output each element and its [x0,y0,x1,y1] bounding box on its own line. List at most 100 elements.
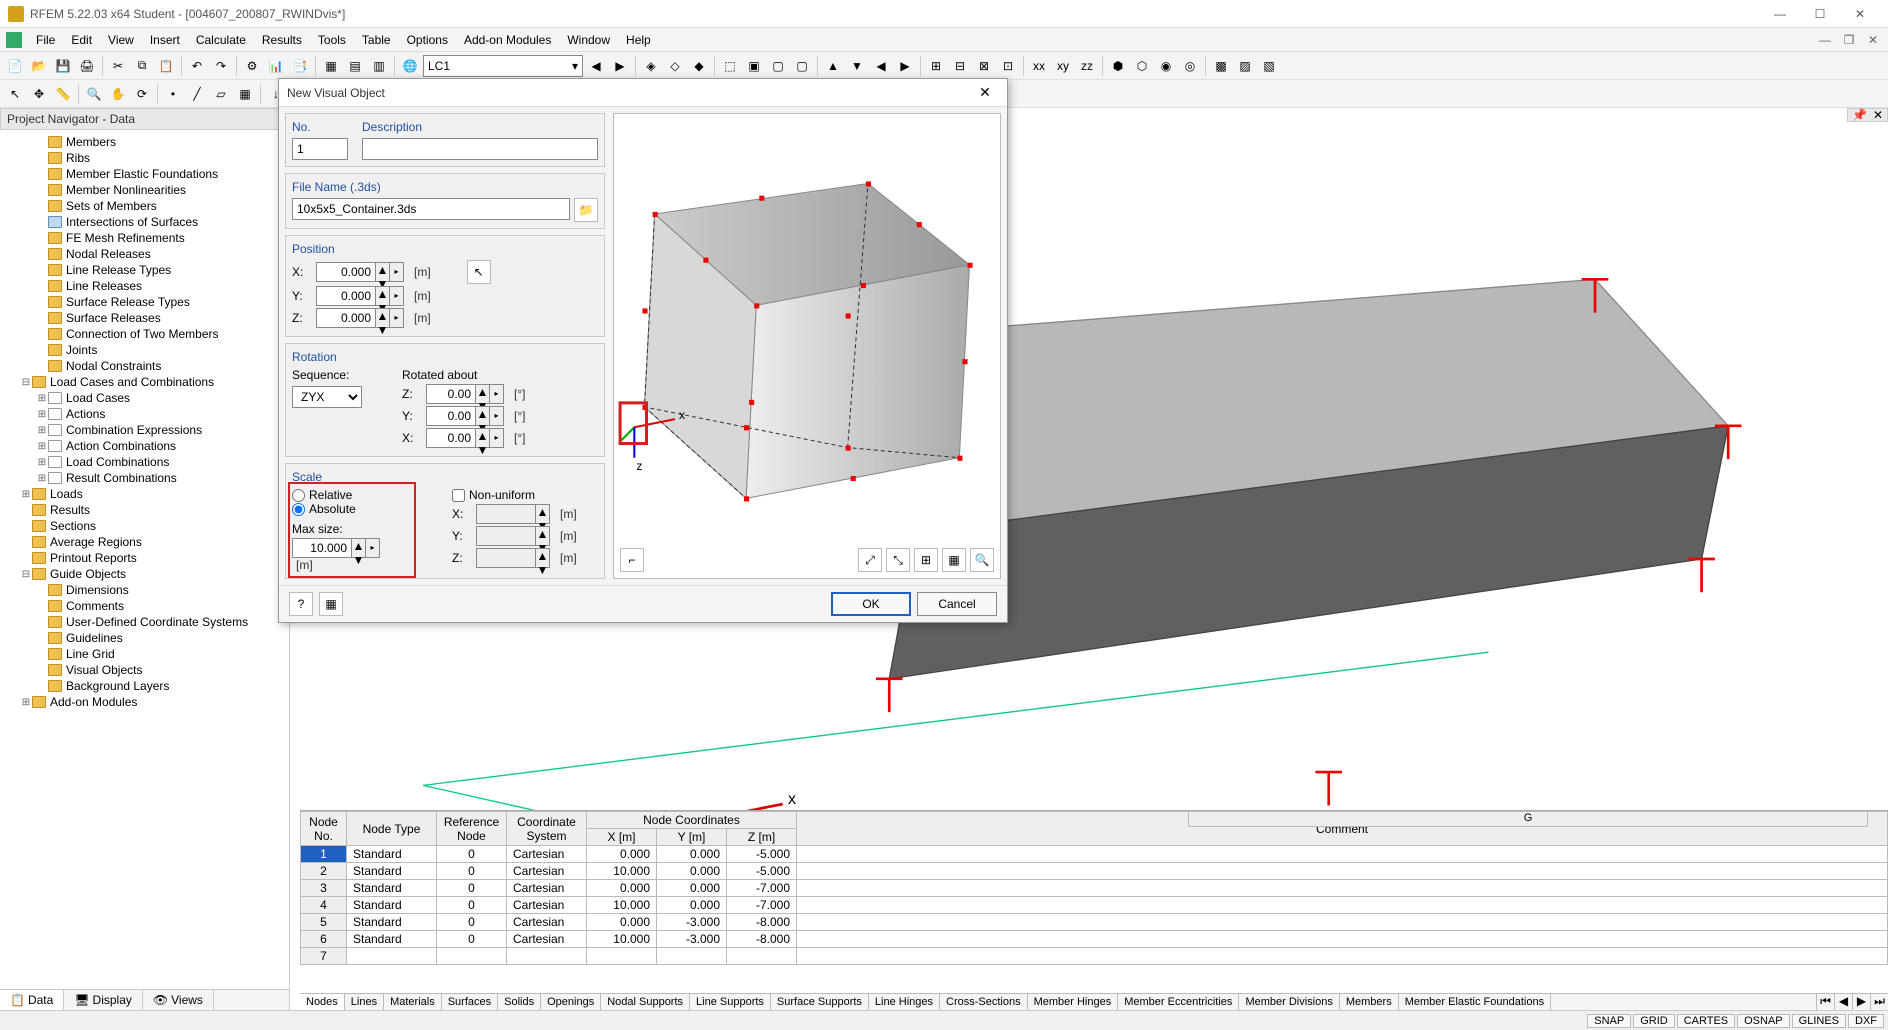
bottom-tab[interactable]: Member Divisions [1239,994,1339,1010]
nav-tab-display[interactable]: 🖥Display [64,990,143,1010]
table-row[interactable]: 5Standard0Cartesian0.000-3.000-8.000 [301,914,1888,931]
sequence-select[interactable]: ZYX [292,386,362,408]
preview-tool-3[interactable]: ⊞ [914,548,938,572]
tree-item[interactable]: Sets of Members [0,198,289,214]
rot-x-input[interactable] [426,428,476,448]
tree-item[interactable]: Ribs [0,150,289,166]
bottom-tab[interactable]: Members [1340,994,1399,1010]
preview-tool-1[interactable]: ⤢ [858,548,882,572]
maximize-button[interactable]: ☐ [1800,0,1840,28]
tree-item[interactable]: ⊞Combination Expressions [0,422,289,438]
tb2-zoom-icon[interactable]: 🔍 [83,83,105,105]
th-ref-node[interactable]: ReferenceNode [437,812,507,846]
preview-axis-button[interactable]: ⌐ [620,548,644,572]
menu-results[interactable]: Results [254,31,310,49]
tb2-cursor-icon[interactable]: ↖ [4,83,26,105]
tb-tool-o-icon[interactable]: ◎ [1179,55,1201,77]
tb-tool-h-icon[interactable]: ⊞ [925,55,947,77]
th-y[interactable]: Y [m] [657,829,727,846]
tree-item[interactable]: Connection of Two Members [0,326,289,342]
bottom-tab[interactable]: Lines [345,994,384,1010]
description-input[interactable] [362,138,598,160]
preview-zoom-button[interactable]: 🔍 [970,548,994,572]
table-row[interactable]: 6Standard0Cartesian10.000-3.000-8.000 [301,931,1888,948]
tb-globe-icon[interactable]: 🌐 [399,55,421,77]
mdi-close-button[interactable]: ✕ [1864,33,1882,47]
nodes-table[interactable]: NodeNo. Node Type ReferenceNode Coordina… [300,811,1888,965]
filename-input[interactable] [292,198,570,220]
th-z[interactable]: Z [m] [727,829,797,846]
tb-new-icon[interactable]: 📄 [4,55,26,77]
tb-tool-j-icon[interactable]: ⊠ [973,55,995,77]
tb-open-icon[interactable]: 📂 [28,55,50,77]
tree-item[interactable]: FE Mesh Refinements [0,230,289,246]
tree-item[interactable]: Sections [0,518,289,534]
tree-item[interactable]: Member Elastic Foundations [0,166,289,182]
table-row[interactable]: 2Standard0Cartesian10.0000.000-5.000 [301,863,1888,880]
tb-tool-n-icon[interactable]: ◉ [1155,55,1177,77]
tb-tool-c-icon[interactable]: ◆ [688,55,710,77]
tb-results-icon[interactable]: 📊 [265,55,287,77]
tb-tool-m-icon[interactable]: ⬡ [1131,55,1153,77]
bottom-tab[interactable]: Openings [541,994,601,1010]
tb-tool-p-icon[interactable]: ▩ [1210,55,1232,77]
rot-y-input[interactable] [426,406,476,426]
tree-item[interactable]: User-Defined Coordinate Systems [0,614,289,630]
bottom-tab[interactable]: Member Eccentricities [1118,994,1239,1010]
preview-tool-4[interactable]: ▦ [942,548,966,572]
tree-item[interactable]: Guidelines [0,630,289,646]
tb-tool-i-icon[interactable]: ⊟ [949,55,971,77]
tb-tool-l-icon[interactable]: ⬢ [1107,55,1129,77]
bottom-tab[interactable]: Nodes [300,994,345,1010]
tree-item[interactable]: ⊟Guide Objects [0,566,289,582]
tree-item[interactable]: Comments [0,598,289,614]
pos-x-input[interactable] [316,262,376,282]
preview-tool-2[interactable]: ⤡ [886,548,910,572]
bottom-tab[interactable]: Line Hinges [869,994,940,1010]
menu-view[interactable]: View [100,31,142,49]
relative-radio[interactable] [292,489,305,502]
tb-prev-icon[interactable]: ◀ [585,55,607,77]
table-row[interactable]: 3Standard0Cartesian0.0000.000-7.000 [301,880,1888,897]
absolute-radio[interactable] [292,503,305,516]
tb-xy2-icon[interactable]: xy [1052,55,1074,77]
navigator-tree[interactable]: MembersRibsMember Elastic FoundationsMem… [0,130,289,989]
tb2-line-icon[interactable]: ╱ [186,83,208,105]
tree-item[interactable]: ⊞Add-on Modules [0,694,289,710]
close-button[interactable]: ✕ [1840,0,1880,28]
tb-redo-icon[interactable]: ↷ [210,55,232,77]
nonuniform-checkbox[interactable] [452,489,465,502]
tree-item[interactable]: Member Nonlinearities [0,182,289,198]
tb2-solid-icon[interactable]: ▦ [234,83,256,105]
tree-item[interactable]: ⊟Load Cases and Combinations [0,374,289,390]
tree-item[interactable]: Surface Releases [0,310,289,326]
menu-table[interactable]: Table [354,31,399,49]
dialog-help-button[interactable]: ? [289,592,313,616]
pos-z-input[interactable] [316,308,376,328]
tree-item[interactable]: ⊞Load Combinations [0,454,289,470]
bottom-tab[interactable]: Surface Supports [771,994,869,1010]
tb-undo-icon[interactable]: ↶ [186,55,208,77]
tb-tool-k-icon[interactable]: ⊡ [997,55,1019,77]
col-header-g[interactable]: G [1188,811,1868,827]
tree-item[interactable]: Surface Release Types [0,294,289,310]
tree-item[interactable]: Line Releases [0,278,289,294]
menu-addon-modules[interactable]: Add-on Modules [456,31,559,49]
tb-copy-icon[interactable]: ⧉ [131,55,153,77]
bottom-tab[interactable]: Member Hinges [1028,994,1119,1010]
tree-item[interactable]: Background Layers [0,678,289,694]
cancel-button[interactable]: Cancel [917,592,997,616]
status-cell-grid[interactable]: GRID [1633,1014,1675,1028]
tb2-surface-icon[interactable]: ▱ [210,83,232,105]
tb-window3-icon[interactable]: ▥ [368,55,390,77]
tb-tool-b-icon[interactable]: ◇ [664,55,686,77]
menu-options[interactable]: Options [399,31,456,49]
tb-save-icon[interactable]: 💾 [52,55,74,77]
tree-item[interactable]: Members [0,134,289,150]
tree-item[interactable]: ⊞Actions [0,406,289,422]
menu-file[interactable]: File [28,31,63,49]
viewport-pin-icon[interactable]: 📌 [1852,108,1867,122]
status-cell-glines[interactable]: GLINES [1792,1014,1846,1028]
menu-insert[interactable]: Insert [142,31,188,49]
tree-item[interactable]: Joints [0,342,289,358]
